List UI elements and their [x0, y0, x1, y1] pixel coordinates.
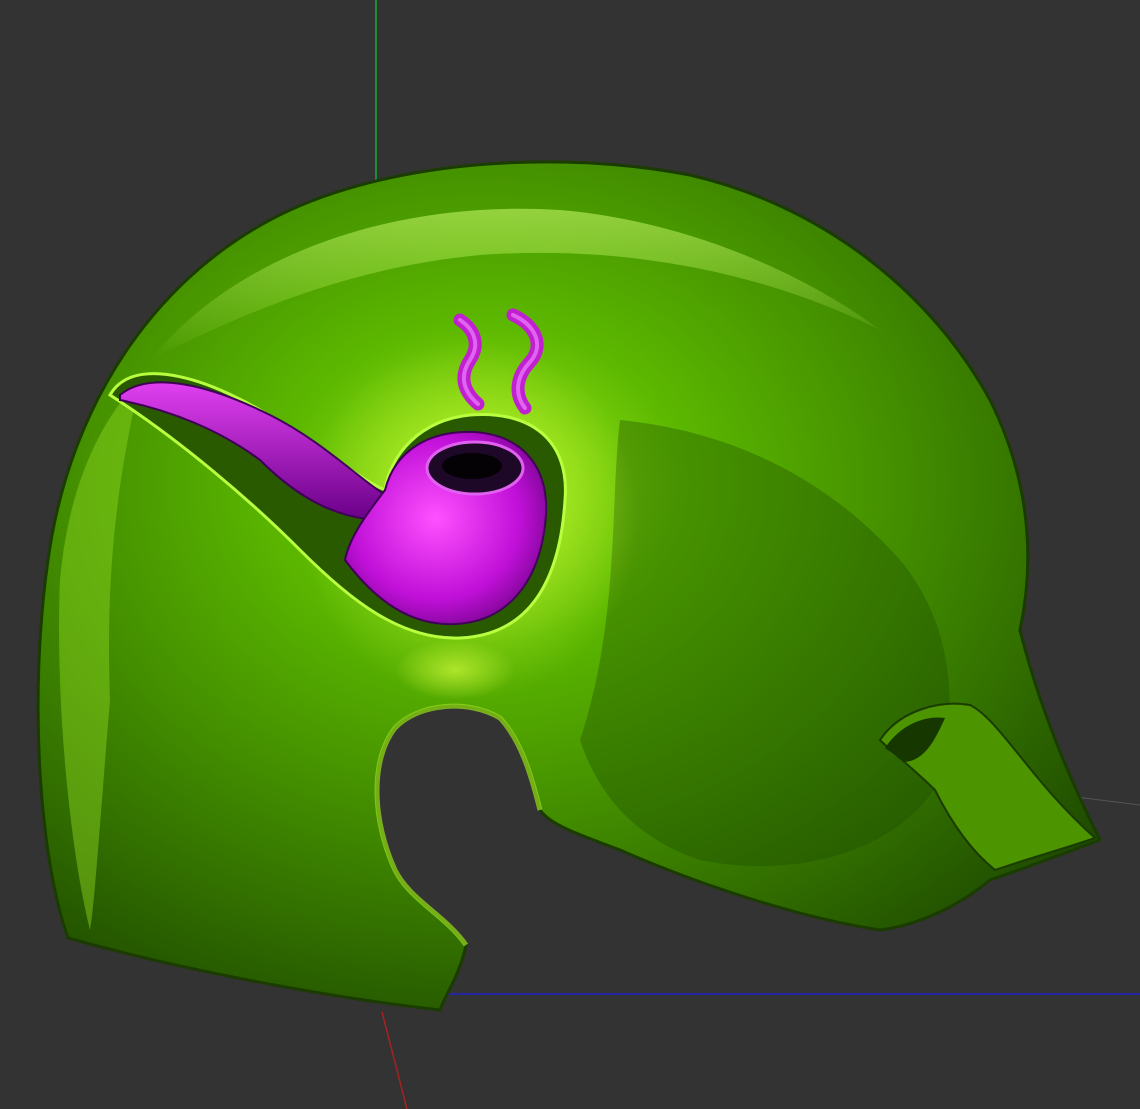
z-axis-line — [381, 1011, 408, 1109]
pipe-bowl-inner — [442, 453, 502, 479]
emblem-lower-glow — [395, 640, 515, 700]
helmet-model[interactable] — [36, 160, 1103, 1012]
3d-viewport[interactable] — [0, 0, 1140, 1109]
viewport-canvas[interactable] — [0, 0, 1140, 1109]
